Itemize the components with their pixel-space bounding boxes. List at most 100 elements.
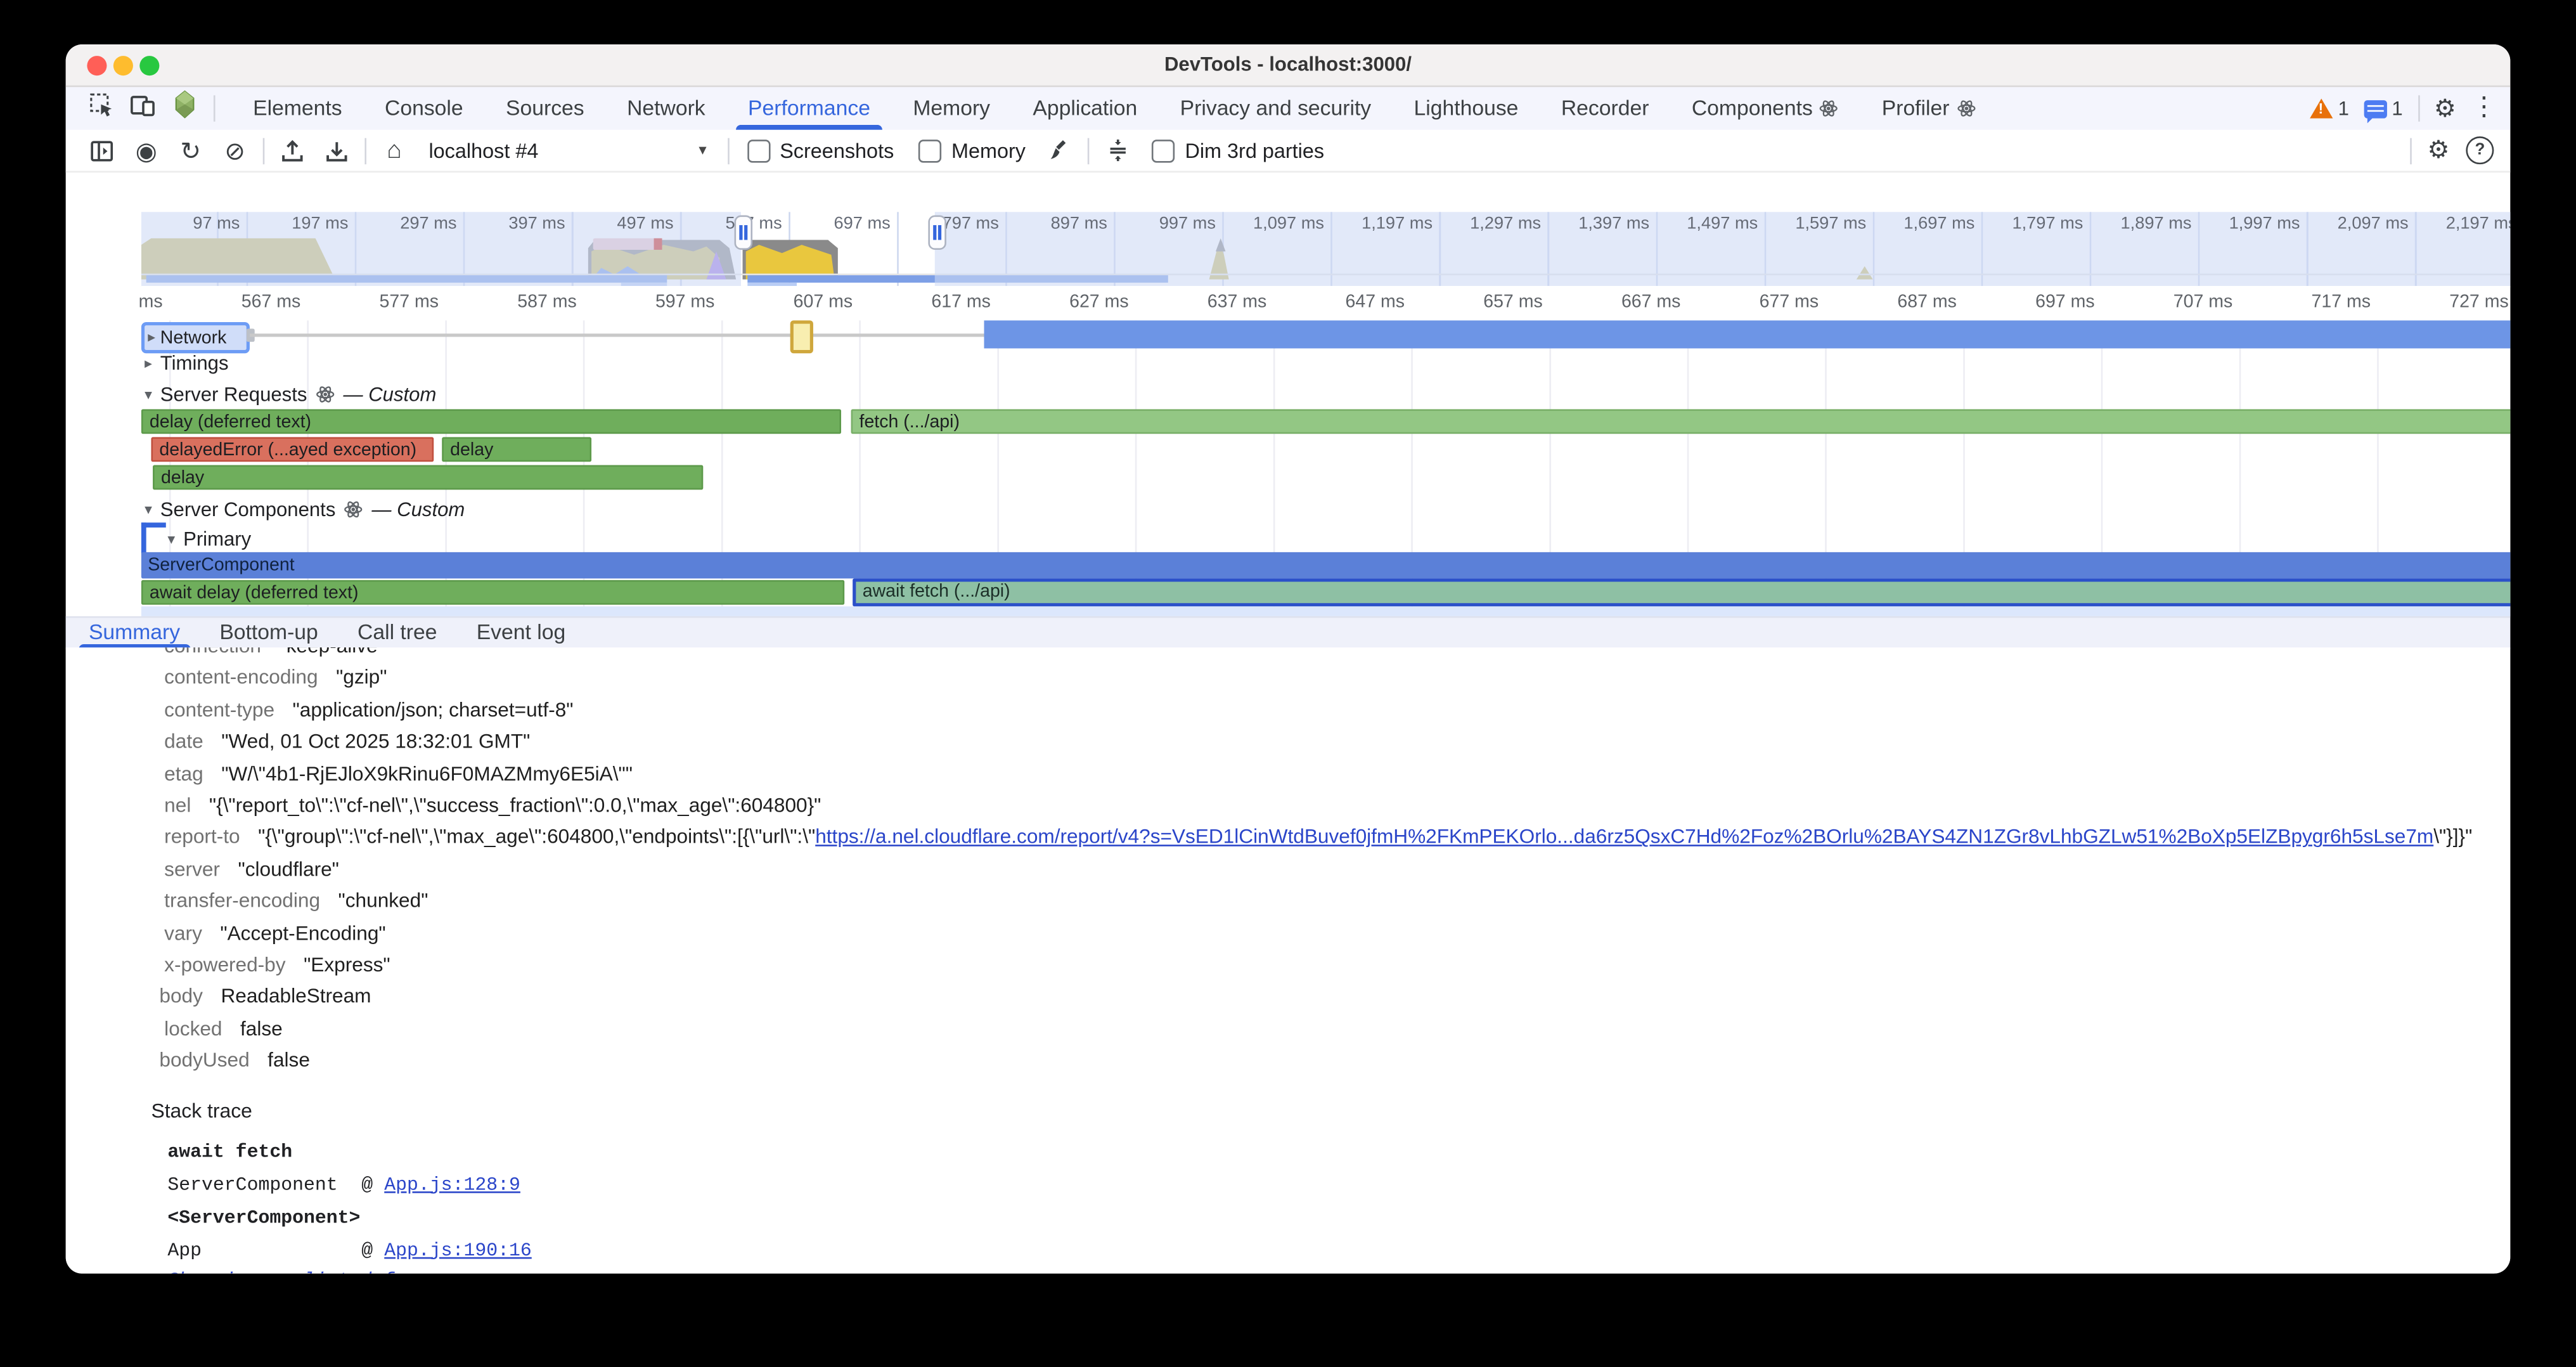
cloudflare-report-link[interactable]: https://a.nel.cloudflare.com/report/v4?s…	[815, 826, 2433, 848]
header-row: bodyUsed false	[66, 1046, 2511, 1077]
details-tab[interactable]: Bottom-up	[219, 618, 318, 649]
track-event-bar[interactable]: await delay (deferred text)	[141, 580, 844, 605]
track-event-bar[interactable]: delay (deferred text)	[141, 409, 841, 434]
screen: DevTools - localhost:3000/ E	[0, 0, 2576, 1367]
overview-tick: 2,197 ms	[2270, 214, 2510, 233]
header-row-report-to: report-to "{\"group\":\"cf-nel\",\"max_a…	[66, 822, 2511, 854]
track-header-server-components[interactable]: ▾ Server Components — Custom	[145, 498, 465, 521]
chevron-down-icon: ▼	[696, 143, 709, 157]
save-profile-icon[interactable]	[320, 134, 353, 167]
record-and-reload-button[interactable]: ↻	[174, 134, 207, 167]
help-icon[interactable]: ?	[2466, 136, 2494, 164]
frame-source-link[interactable]: App.js:128:9	[384, 1170, 520, 1203]
panel-tab[interactable]: Recorder	[1556, 87, 1654, 129]
console-errors-button[interactable]: 1	[2310, 97, 2349, 120]
screenshots-checkbox[interactable]: Screenshots	[747, 139, 894, 162]
network-request-block[interactable]	[790, 320, 813, 353]
panel-tab[interactable]: Elements	[248, 87, 347, 129]
react-atom-icon	[1819, 99, 1839, 119]
profile-history-select[interactable]: localhost #4 ▼	[428, 139, 709, 162]
track-event-bar[interactable]: fetch (.../api)	[851, 409, 2511, 434]
header-key: date	[164, 727, 203, 758]
devtools-tab-bar: Elements Console Sources	[66, 87, 2511, 129]
checkbox-box	[918, 139, 941, 162]
dim-3rd-parties-checkbox[interactable]: Dim 3rd parties	[1152, 139, 1324, 162]
header-row: locked false	[66, 1014, 2511, 1046]
header-key: transfer-encoding	[164, 886, 320, 918]
divider	[2418, 95, 2419, 121]
header-row: connection "keep-alive"	[66, 647, 2511, 663]
panel-tab[interactable]: Components	[1687, 87, 1844, 129]
panel-tab[interactable]: Profiler	[1877, 87, 1981, 129]
chevron-down-icon: ▾	[167, 530, 175, 548]
header-key: bodyUsed	[159, 1046, 249, 1077]
track-event-bar[interactable]: delay	[153, 465, 703, 489]
panel-tab[interactable]: Console	[380, 87, 468, 129]
chevron-down-icon: ▾	[145, 500, 152, 519]
header-value: "{\"report_to\":\"cf-nel\",\"success_fra…	[209, 791, 821, 822]
panel-tab[interactable]: Network	[622, 87, 710, 129]
clear-button[interactable]: ⊘	[219, 134, 252, 167]
panel-tab[interactable]: Performance	[743, 87, 875, 129]
load-profile-icon[interactable]	[276, 134, 309, 167]
details-tab[interactable]: Call tree	[357, 618, 437, 649]
header-value: "gzip"	[336, 663, 387, 695]
header-value: "Accept-Encoding"	[220, 918, 385, 950]
panel-tab[interactable]: Memory	[908, 87, 995, 129]
details-tab[interactable]: Event log	[477, 618, 565, 649]
react-atom-icon	[1956, 99, 1976, 119]
track-event-bar[interactable]: await fetch (.../api)	[853, 578, 2510, 606]
toggle-sidebar-icon[interactable]	[86, 134, 119, 167]
track-event-bar[interactable]: delayedError (...ayed exception)	[151, 437, 434, 462]
track-header-server-requests[interactable]: ▾ Server Requests — Custom	[145, 383, 436, 406]
stack-frame: <ServerComponent>	[167, 1202, 2510, 1235]
extension-gem-icon	[171, 91, 199, 127]
panel-tab[interactable]: Sources	[501, 87, 589, 129]
track-group-primary[interactable]: ▾ Primary	[167, 528, 251, 550]
network-request-bar[interactable]	[984, 320, 2511, 348]
divider	[1088, 137, 1090, 163]
stack-trace: await fetch ServerComponent @ App.js:128…	[66, 1137, 2511, 1274]
frame-function: ServerComponent	[167, 1170, 361, 1203]
track-event-bar[interactable]: ServerComponent	[141, 552, 2510, 578]
header-key: nel	[164, 791, 191, 822]
frame-source-link[interactable]: App.js:190:16	[384, 1235, 532, 1268]
selection-handle-left[interactable]	[735, 216, 753, 250]
show-ignore-listed-frames-link[interactable]: Show ignore-listed frames	[167, 1270, 451, 1274]
device-toolbar-icon[interactable]	[130, 91, 156, 126]
panel-tab[interactable]: Lighthouse	[1409, 87, 1523, 129]
header-value: "cloudflare"	[238, 854, 338, 886]
header-key: content-encoding	[164, 663, 318, 695]
selection-handle-right[interactable]	[928, 216, 946, 250]
header-row: vary "Accept-Encoding"	[66, 918, 2511, 950]
track-header-timings[interactable]: ▸ Timings	[145, 352, 228, 375]
header-key: connection	[164, 647, 261, 663]
header-row: content-type "application/json; charset=…	[66, 695, 2511, 727]
header-row: x-powered-by "Express"	[66, 950, 2511, 982]
ruler-tick: 727 ms	[2262, 292, 2509, 312]
kebab-menu-icon[interactable]: ⋮	[2471, 95, 2497, 121]
checkbox-box	[747, 139, 770, 162]
header-row: nel "{\"report_to\":\"cf-nel\",\"success…	[66, 791, 2511, 822]
record-button[interactable]: ◉	[130, 134, 163, 167]
settings-gear-icon[interactable]: ⚙	[2434, 96, 2456, 121]
compress-tracks-icon[interactable]	[1101, 134, 1134, 167]
details-tab[interactable]: Summary	[89, 618, 180, 649]
panel-tab[interactable]: Application	[1028, 87, 1142, 129]
divider	[214, 95, 216, 121]
header-value: false	[267, 1046, 310, 1077]
track-header-network[interactable]: ▸ Network	[141, 322, 250, 353]
frame-function: await fetch	[167, 1137, 361, 1170]
panel-tab[interactable]: Privacy and security	[1175, 87, 1376, 129]
issues-button[interactable]: 1	[2364, 97, 2402, 120]
capture-settings-gear-icon[interactable]: ⚙	[2428, 138, 2450, 163]
inspect-element-icon[interactable]	[89, 91, 115, 126]
header-value: "Wed, 01 Oct 2025 18:32:01 GMT"	[221, 727, 530, 758]
memory-checkbox[interactable]: Memory	[918, 139, 1026, 162]
track-event-bar[interactable]: delay	[442, 437, 591, 462]
timeline-overview[interactable]: 97 ms197 ms297 ms397 ms497 ms597 ms697 m…	[141, 212, 2510, 287]
frame-at: @	[361, 1235, 373, 1268]
stack-frame: ServerComponent @ App.js:128:9	[167, 1170, 2510, 1203]
collect-garbage-icon[interactable]	[1044, 134, 1077, 167]
live-metrics-home-icon[interactable]: ⌂	[378, 134, 411, 167]
